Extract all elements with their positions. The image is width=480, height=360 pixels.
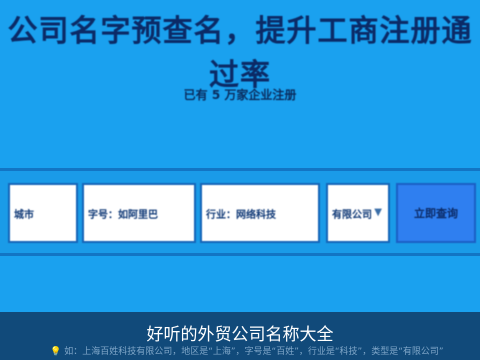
industry-field-label: 行业：网络科技 [206, 209, 276, 221]
city-field[interactable]: 城市 [8, 183, 78, 243]
brand-name-field-label: 字号：如阿里巴 [88, 209, 158, 221]
headline: 公司名字预查名，提升工商注册通过率 [7, 14, 473, 93]
search-button[interactable]: 立即查询 [396, 183, 476, 243]
brand-name-field[interactable]: 字号：如阿里巴 [82, 183, 196, 243]
lightbulb-icon: 💡 [50, 347, 62, 357]
company-type-value: 有限公司 [332, 209, 372, 221]
example-note-text: 如：上海百姓科技有限公司，地区是“上海”，字号是“百姓”，行业是“科技”，类型是… [64, 347, 444, 357]
chevron-down-icon: ▼ [374, 207, 382, 218]
company-type-select[interactable]: 有限公司 ▼ [326, 183, 390, 243]
example-note: 💡 如：上海百姓科技有限公司，地区是“上海”，字号是“百姓”，行业是“科技”，类型… [50, 344, 444, 357]
caption-band: 好听的外贸公司名称大全 💡 如：上海百姓科技有限公司，地区是“上海”，字号是“百姓… [0, 312, 480, 360]
city-field-label: 城市 [14, 209, 34, 221]
caption-title: 好听的外贸公司名称大全 [146, 325, 334, 345]
name-check-form: 城市 字号：如阿里巴 行业：网络科技 有限公司 ▼ 立即查询 [0, 168, 480, 256]
industry-field[interactable]: 行业：网络科技 [200, 183, 320, 243]
subheadline: 已有 5 万家企业注册 [183, 88, 297, 102]
